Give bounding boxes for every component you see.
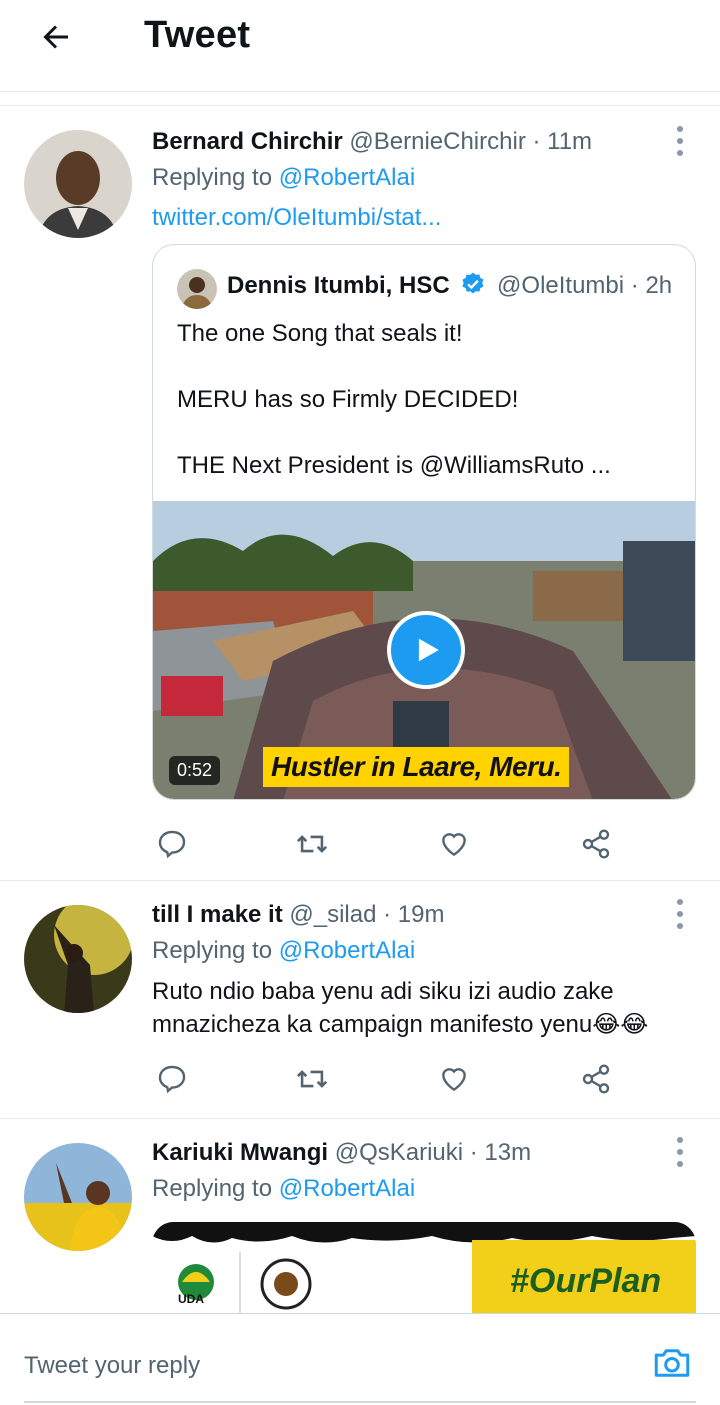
more-dot-icon [677,899,683,905]
video-player[interactable]: 0:52 Hustler in Laare, Meru. [153,501,695,799]
play-icon [418,638,439,662]
tweet-time: · 11m [532,128,593,155]
media-banner-text: #OurPlan [510,1262,662,1300]
replying-to: Replying to @RobertAlai [152,1175,415,1203]
more-options-button[interactable] [670,899,690,929]
replying-prefix: Replying to [152,1175,279,1202]
author-handle[interactable]: @_silad [289,901,376,928]
avatar[interactable] [24,130,132,238]
quote-line: THE Next President is @WilliamsRuto ... [177,452,611,479]
verified-badge-icon [462,272,484,294]
quote-line: The one Song that seals it! [177,320,463,347]
author-handle[interactable]: @QsKariuki [335,1139,463,1166]
tweet-item[interactable]: till I make it @_silad · 19m Replying to… [0,881,720,1119]
top-bar: Tweet [0,0,720,92]
tweet-header: Bernard Chirchir @BernieChirchir · 11m [152,128,592,156]
replying-prefix: Replying to [152,164,279,191]
comment-icon [158,830,186,859]
camera-button[interactable] [651,1342,693,1384]
heart-icon [442,1068,466,1092]
arrow-left-icon [43,25,68,49]
more-options-button[interactable] [670,1137,690,1167]
author-name[interactable]: Bernard Chirchir [152,128,343,155]
like-button[interactable] [434,824,474,864]
tweet-item[interactable]: Bernard Chirchir @BernieChirchir · 11m R… [0,106,720,881]
reply-button[interactable] [152,1059,192,1099]
retweet-icon [296,835,328,853]
tweet-actions [152,1059,622,1099]
mention-link[interactable]: @RobertAlai [279,164,415,191]
media-logo-text: UDA [178,1292,204,1306]
avatar[interactable] [24,1143,132,1251]
page-title: Tweet [144,14,251,56]
reply-composer: Tweet your reply [0,1313,720,1405]
quote-header: Dennis Itumbi, HSC @OleItumbi · 2h [227,271,672,300]
quote-text: The one Song that seals it! MERU has so … [177,317,677,515]
replying-to: Replying to @RobertAlai [152,937,415,965]
author-handle[interactable]: @BernieChirchir [349,128,525,155]
retweet-button[interactable] [292,824,332,864]
more-dot-icon [677,126,683,132]
video-duration: 0:52 [169,756,221,785]
tweet-time: · 13m [469,1139,532,1166]
divider [24,1401,696,1403]
comment-icon [158,1065,186,1094]
share-button[interactable] [576,1059,616,1099]
tweet-text: Ruto ndio baba yenu adi siku izi audio z… [152,978,649,1038]
quoted-tweet[interactable]: Dennis Itumbi, HSC @OleItumbi · 2h The o… [152,244,696,800]
author-name[interactable]: till I make it [152,901,283,928]
replying-to: Replying to @RobertAlai [152,164,415,192]
mention-link[interactable]: @RobertAlai [279,1175,415,1202]
tweet-actions [152,824,622,864]
retweet-icon [296,1070,328,1088]
back-button[interactable] [36,17,76,57]
video-caption: Hustler in Laare, Meru. [263,747,570,787]
like-button[interactable] [434,1059,474,1099]
mention-link[interactable]: @RobertAlai [279,937,415,964]
tweet-header: till I make it @_silad · 19m [152,901,445,929]
reply-button[interactable] [152,824,192,864]
camera-icon [654,1349,690,1377]
play-button[interactable] [387,611,465,689]
reply-input[interactable]: Tweet your reply [24,1352,200,1380]
avatar[interactable] [24,905,132,1013]
retweet-button[interactable] [292,1059,332,1099]
more-dot-icon [677,1137,683,1143]
tweet-header: Kariuki Mwangi @QsKariuki · 13m [152,1139,531,1167]
quote-line: MERU has so Firmly DECIDED! [177,386,519,413]
share-button[interactable] [576,824,616,864]
replying-prefix: Replying to [152,937,279,964]
quote-avatar[interactable] [177,269,217,309]
tweet-time: · 19m [383,901,445,928]
quote-time: · 2h [630,272,673,299]
share-icon [582,1064,610,1094]
share-icon [582,829,610,859]
quote-author-name[interactable]: Dennis Itumbi, HSC [227,272,450,299]
heart-icon [442,833,466,857]
author-name[interactable]: Kariuki Mwangi [152,1139,328,1166]
tweet-link[interactable]: twitter.com/OleItumbi/stat... [152,204,441,232]
quote-handle[interactable]: @OleItumbi [497,272,624,299]
more-options-button[interactable] [670,126,690,156]
